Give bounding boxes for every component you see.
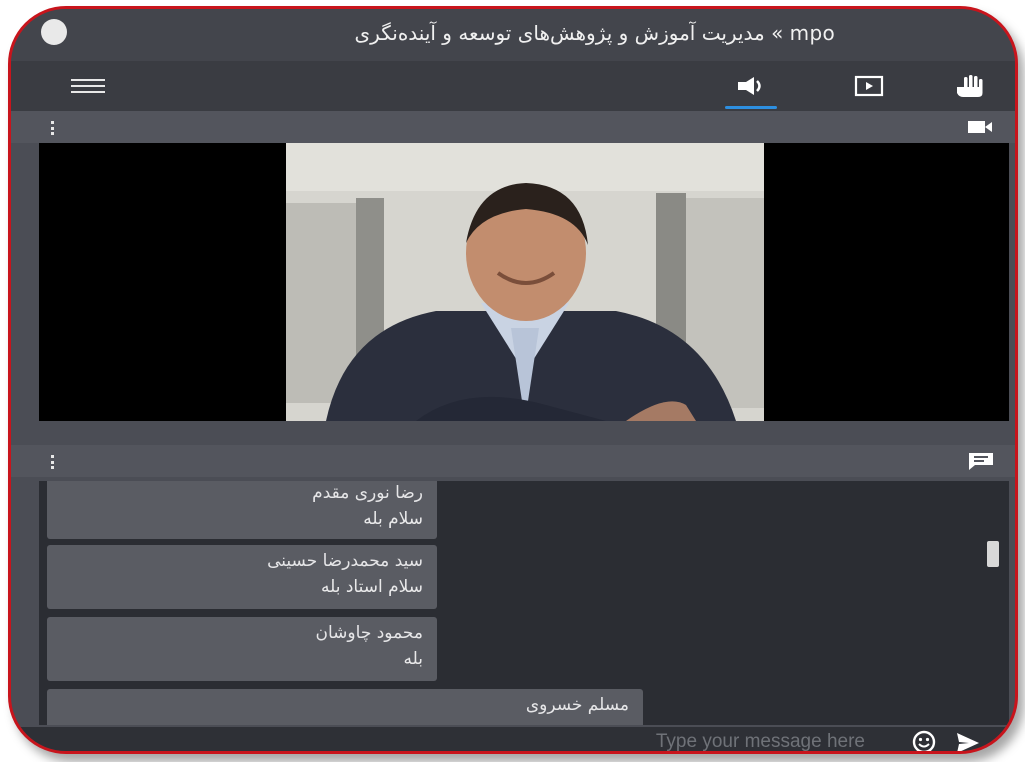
send-icon[interactable]: [955, 731, 981, 751]
chat-message: مسلم خسروی: [47, 689, 643, 725]
smiley-icon[interactable]: [911, 729, 937, 751]
raise-hand-icon[interactable]: [951, 71, 991, 101]
message-sender: سید محمدرضا حسینی: [267, 551, 423, 571]
app-logo: [41, 19, 67, 45]
video-panel-header: [11, 111, 1015, 143]
app-window: مدیریت آموزش و پژوهش‌های توسعه و آینده‌ن…: [8, 6, 1018, 754]
hamburger-icon[interactable]: [71, 79, 105, 95]
video-feed[interactable]: [286, 143, 764, 421]
message-text: سلام استاد بله: [320, 577, 423, 597]
message-input-bar: Type your message here: [11, 727, 1015, 751]
toolbar: [11, 61, 1015, 111]
screen-share-icon[interactable]: [849, 71, 889, 101]
chat-panel-header: [11, 445, 1015, 477]
message-sender: محمود چاوشان: [315, 623, 423, 643]
vertical-dots-icon[interactable]: [51, 121, 55, 135]
chat-message: محمود چاوشان بله: [47, 617, 437, 681]
chat-scrollbar[interactable]: [987, 541, 999, 567]
video-area: [39, 143, 1009, 421]
chat-message: رضا نوری مقدم سلام بله: [47, 481, 437, 539]
vertical-dots-icon[interactable]: [51, 455, 55, 469]
window-title: مدیریت آموزش و پژوهش‌های توسعه و آینده‌ن…: [354, 21, 835, 45]
chat-message: سید محمدرضا حسینی سلام استاد بله: [47, 545, 437, 609]
title-bar: مدیریت آموزش و پژوهش‌های توسعه و آینده‌ن…: [11, 9, 1015, 61]
message-sender: رضا نوری مقدم: [312, 483, 423, 503]
chat-messages[interactable]: رضا نوری مقدم سلام بله سید محمدرضا حسینی…: [39, 481, 1009, 725]
chat-icon: [967, 451, 995, 475]
speaker-icon[interactable]: [725, 71, 777, 109]
message-text: بله: [403, 649, 423, 669]
video-camera-icon: [967, 119, 993, 139]
message-sender: مسلم خسروی: [525, 695, 629, 715]
message-input[interactable]: Type your message here: [656, 731, 865, 751]
message-text: سلام بله: [363, 509, 423, 529]
